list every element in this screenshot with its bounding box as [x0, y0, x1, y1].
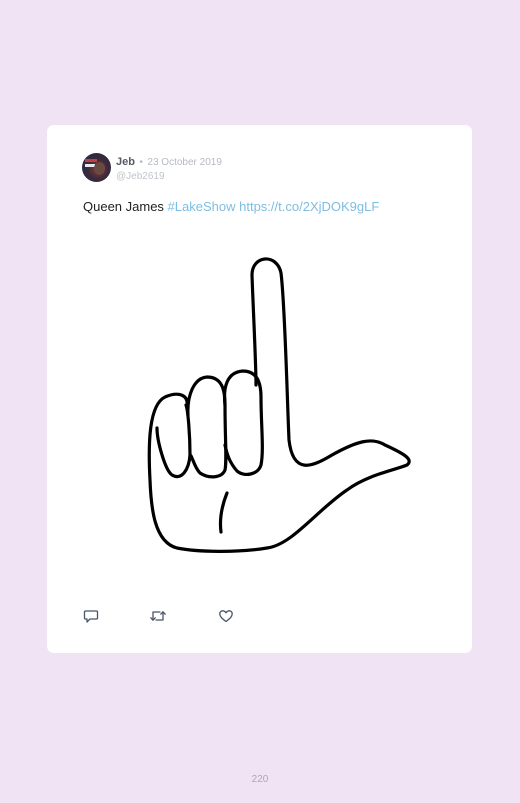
reply-button[interactable]: [83, 608, 101, 624]
hashtag-link[interactable]: #LakeShow: [168, 199, 236, 214]
comment-icon: [83, 610, 99, 623]
heart-icon: [219, 610, 233, 623]
tweet-card: Jeb • 23 October 2019 @Jeb2619 Queen Jam…: [47, 125, 472, 653]
tweet-text: Queen James #LakeShow https://t.co/2XjDO…: [83, 199, 379, 214]
tweet-text-prefix: Queen James: [83, 199, 168, 214]
tweet-header: Jeb • 23 October 2019 @Jeb2619: [116, 154, 222, 183]
tweet-date[interactable]: 23 October 2019: [147, 157, 222, 168]
avatar[interactable]: [82, 153, 111, 182]
like-button[interactable]: [218, 608, 236, 624]
author-name[interactable]: Jeb: [116, 156, 135, 168]
author-handle[interactable]: @Jeb2619: [116, 170, 222, 183]
page-number: 220: [251, 774, 269, 785]
tweet-actions: [83, 608, 283, 628]
hand-l-gesture-icon: [147, 257, 411, 553]
separator-dot: •: [139, 157, 143, 168]
tweet-url-link[interactable]: https://t.co/2XjDOK9gLF: [239, 199, 379, 214]
retweet-icon: [150, 611, 166, 621]
tweet-media[interactable]: [47, 245, 472, 565]
retweet-button[interactable]: [149, 608, 167, 624]
